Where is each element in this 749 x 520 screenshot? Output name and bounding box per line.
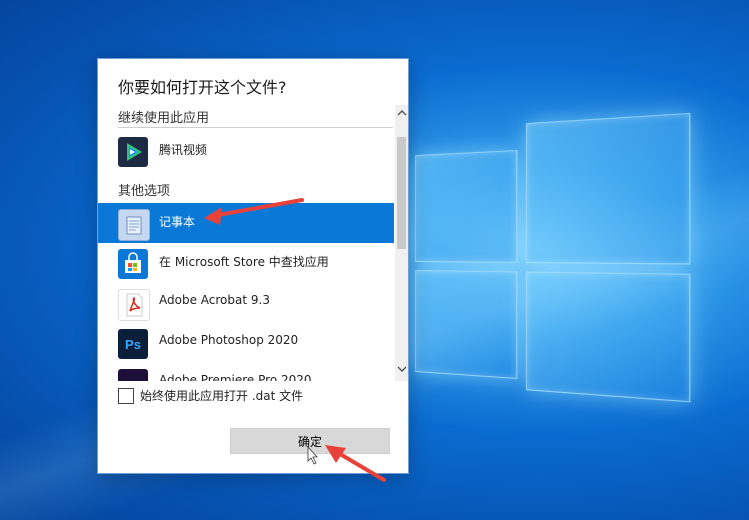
scroll-up-icon[interactable] <box>395 107 408 123</box>
open-with-dialog: 你要如何打开这个文件? 继续使用此应用 腾讯视频 其他选项 记事本 在 Micr… <box>97 58 409 474</box>
app-label: 在 Microsoft Store 中查找应用 <box>159 255 329 269</box>
always-use-checkbox[interactable] <box>118 388 134 404</box>
tencent-video-icon <box>118 137 148 167</box>
app-item-acrobat[interactable]: Adobe Acrobat 9.3 <box>98 283 394 323</box>
app-item-store[interactable]: 在 Microsoft Store 中查找应用 <box>98 243 394 283</box>
always-use-label: 始终使用此应用打开 .dat 文件 <box>140 389 304 403</box>
store-icon <box>118 249 148 279</box>
dialog-title: 你要如何打开这个文件? <box>118 78 287 97</box>
app-label: Adobe Acrobat 9.3 <box>159 293 270 307</box>
windows-logo-pane <box>525 112 691 265</box>
scroll-thumb[interactable] <box>397 137 406 249</box>
app-item-notepad[interactable]: 记事本 <box>98 203 394 243</box>
app-list[interactable]: 继续使用此应用 腾讯视频 其他选项 记事本 在 Microsoft Store … <box>98 103 408 381</box>
continue-section-label: 继续使用此应用 <box>118 111 210 126</box>
app-item-premiere[interactable]: Adobe Premiere Pro 2020 <box>98 363 394 381</box>
other-section-label: 其他选项 <box>118 184 171 199</box>
section-divider <box>118 127 393 128</box>
windows-logo-pane <box>525 271 691 403</box>
app-label: 腾讯视频 <box>159 143 208 157</box>
app-label: Adobe Photoshop 2020 <box>159 333 299 347</box>
photoshop-icon: Ps <box>118 329 148 359</box>
app-item-tencent-video[interactable]: 腾讯视频 <box>98 131 394 171</box>
app-label: 记事本 <box>159 215 196 229</box>
svg-text:Ps: Ps <box>125 337 141 352</box>
scrollbar[interactable] <box>395 105 408 381</box>
ok-button[interactable]: 确定 <box>230 428 390 454</box>
windows-logo-pane <box>415 150 518 263</box>
scroll-down-icon[interactable] <box>395 363 408 379</box>
windows-logo-pane <box>415 270 518 380</box>
app-item-photoshop[interactable]: Ps Adobe Photoshop 2020 <box>98 323 394 363</box>
premiere-icon <box>118 369 148 381</box>
app-label: Adobe Premiere Pro 2020 <box>159 373 312 381</box>
acrobat-icon <box>118 289 150 321</box>
windows-logo <box>415 89 701 403</box>
notepad-icon <box>118 209 150 241</box>
